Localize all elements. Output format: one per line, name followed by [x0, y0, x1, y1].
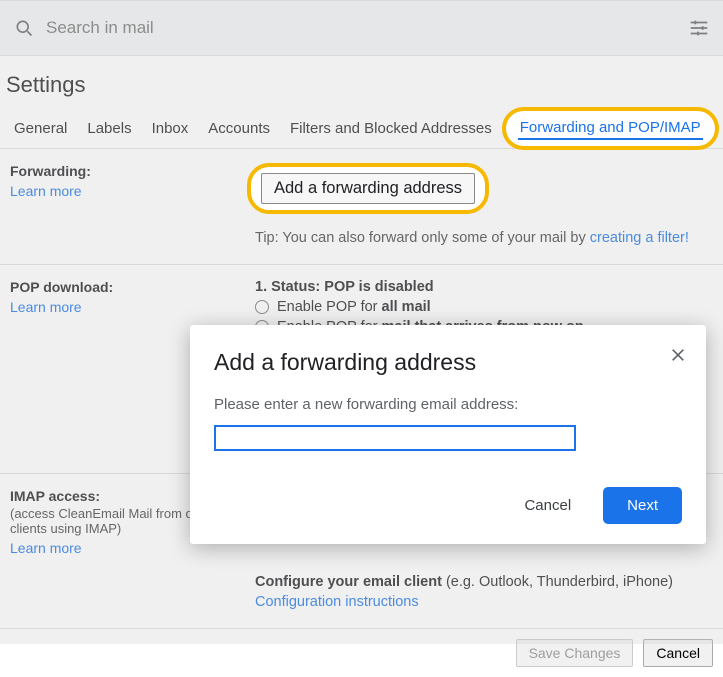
tab-addons-partial[interactable]: Ad: [719, 114, 723, 143]
modal-next-button[interactable]: Next: [603, 487, 682, 524]
settings-tabs: General Labels Inbox Accounts Filters an…: [0, 108, 723, 148]
forwarding-email-input[interactable]: [214, 425, 576, 451]
add-forwarding-highlight: Add a forwarding address: [247, 163, 489, 214]
page-title: Settings: [0, 56, 723, 108]
pop-opt1-prefix: Enable POP for: [277, 299, 382, 315]
tab-forwarding-label: Forwarding and POP/IMAP: [520, 119, 701, 136]
add-forwarding-address-button[interactable]: Add a forwarding address: [261, 173, 475, 204]
tab-active-underline: [518, 138, 703, 140]
tab-filters[interactable]: Filters and Blocked Addresses: [280, 114, 502, 143]
modal-prompt: Please enter a new forwarding email addr…: [214, 396, 682, 413]
forwarding-tip-text: Tip: You can also forward only some of y…: [255, 230, 590, 246]
tab-labels[interactable]: Labels: [77, 114, 141, 143]
close-icon[interactable]: [666, 343, 690, 367]
creating-filter-link[interactable]: creating a filter!: [590, 230, 689, 246]
tab-accounts[interactable]: Accounts: [198, 114, 280, 143]
filter-options-icon[interactable]: [685, 14, 713, 42]
configure-client-text: Configure your email client (e.g. Outloo…: [255, 574, 713, 590]
tab-forwarding-pop-imap[interactable]: Forwarding and POP/IMAP: [502, 107, 719, 150]
pop-status-text: 1. Status: POP is disabled: [255, 279, 713, 295]
forwarding-learn-more-link[interactable]: Learn more: [10, 183, 82, 199]
modal-cancel-button[interactable]: Cancel: [514, 489, 581, 522]
pop-option-all-mail[interactable]: Enable POP for all mail: [255, 299, 713, 315]
forwarding-label: Forwarding:: [10, 163, 245, 179]
pop-learn-more-link[interactable]: Learn more: [10, 299, 82, 315]
bottom-action-bar: Save Changes Cancel: [0, 628, 723, 677]
tab-general[interactable]: General: [4, 114, 77, 143]
add-forwarding-modal: Add a forwarding address Please enter a …: [190, 325, 706, 544]
pop-download-label: POP download:: [10, 279, 245, 295]
forwarding-tip: Tip: You can also forward only some of y…: [255, 230, 713, 246]
search-input[interactable]: [38, 18, 685, 38]
search-icon[interactable]: [10, 14, 38, 42]
pop-radio-all-mail[interactable]: [255, 300, 269, 314]
configure-client-rest: (e.g. Outlook, Thunderbird, iPhone): [442, 574, 673, 590]
tab-inbox[interactable]: Inbox: [142, 114, 199, 143]
imap-learn-more-link[interactable]: Learn more: [10, 540, 82, 556]
configuration-instructions-link[interactable]: Configuration instructions: [255, 594, 419, 610]
cancel-button[interactable]: Cancel: [643, 639, 713, 667]
section-forwarding: Forwarding: Learn more Add a forwarding …: [0, 148, 723, 264]
pop-opt1-bold: all mail: [382, 299, 431, 315]
search-bar: [0, 0, 723, 56]
modal-title: Add a forwarding address: [214, 349, 682, 376]
configure-client-bold: Configure your email client: [255, 574, 442, 590]
save-changes-button: Save Changes: [516, 639, 634, 667]
